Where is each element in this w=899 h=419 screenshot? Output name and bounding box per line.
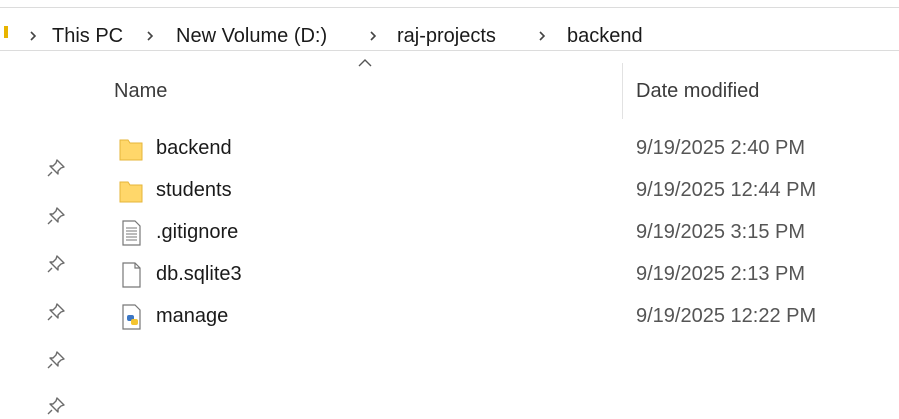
pin-icon[interactable] — [46, 254, 66, 274]
file-name[interactable]: .gitignore — [156, 220, 238, 244]
file-name[interactable]: students — [156, 178, 232, 202]
file-row-db-sqlite3[interactable]: db.sqlite3 9/19/2025 2:13 PM — [100, 254, 880, 296]
file-date-modified: 9/19/2025 2:40 PM — [636, 137, 806, 159]
folder-icon — [119, 139, 143, 161]
chevron-right-icon[interactable] — [27, 30, 39, 42]
pin-icon[interactable] — [46, 350, 66, 370]
pin-icon[interactable] — [46, 302, 66, 322]
pin-icon[interactable] — [46, 206, 66, 226]
pin-icon[interactable] — [46, 396, 66, 416]
chevron-right-icon[interactable] — [367, 30, 379, 42]
pin-icon[interactable] — [46, 158, 66, 178]
file-row-gitignore[interactable]: .gitignore 9/19/2025 3:15 PM — [100, 212, 880, 254]
chevron-right-icon[interactable] — [536, 30, 548, 42]
text-file-icon — [122, 220, 141, 246]
file-row-backend[interactable]: backend 9/19/2025 2:40 PM — [100, 128, 880, 170]
file-name[interactable]: db.sqlite3 — [156, 262, 242, 286]
column-header-date-modified[interactable]: Date modified — [636, 79, 759, 103]
file-name[interactable]: manage — [156, 304, 228, 328]
chevron-right-icon[interactable] — [144, 30, 156, 42]
file-date-modified: 9/19/2025 3:15 PM — [636, 221, 806, 243]
file-date-modified: 9/19/2025 2:13 PM — [636, 263, 806, 285]
column-divider[interactable] — [622, 63, 623, 119]
file-date-modified: 9/19/2025 12:44 PM — [636, 179, 817, 201]
file-icon — [122, 262, 141, 288]
file-date-modified: 9/19/2025 12:22 PM — [636, 305, 817, 327]
column-header-name[interactable]: Name — [114, 79, 167, 103]
file-name[interactable]: backend — [156, 136, 232, 160]
breadcrumb-this-pc[interactable]: This PC — [52, 25, 123, 47]
python-file-icon — [122, 304, 141, 330]
breadcrumb-backend[interactable]: backend — [567, 25, 643, 47]
address-bar[interactable]: This PC New Volume (D:) raj-projects bac… — [0, 7, 899, 51]
breadcrumb-new-volume[interactable]: New Volume (D:) — [176, 25, 327, 47]
folder-icon — [119, 181, 143, 203]
address-bar-accent — [4, 26, 8, 38]
sort-ascending-icon — [358, 59, 372, 67]
breadcrumb-raj-projects[interactable]: raj-projects — [397, 25, 496, 47]
file-row-students[interactable]: students 9/19/2025 12:44 PM — [100, 170, 880, 212]
file-row-manage[interactable]: manage 9/19/2025 12:22 PM — [100, 296, 880, 338]
